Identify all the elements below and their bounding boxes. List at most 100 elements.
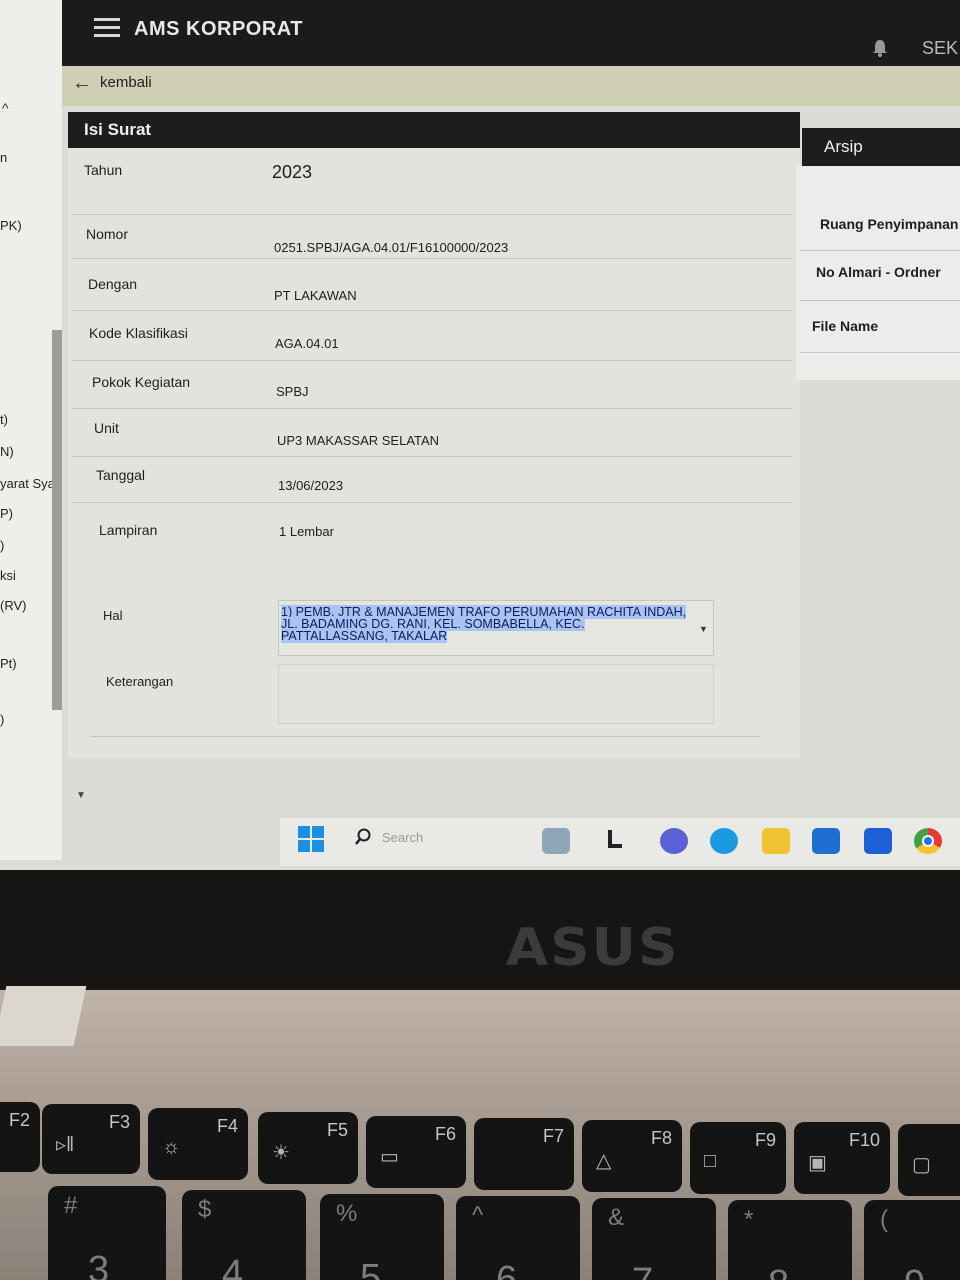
photos-icon[interactable] (542, 828, 570, 854)
field-value-lampiran[interactable]: 1 Lembar (279, 524, 334, 539)
field-value-dengan[interactable]: PT LAKAWAN (274, 288, 357, 303)
key-label: F6 (434, 1124, 456, 1144)
key-4[interactable]: $ 4 (182, 1190, 306, 1280)
divider (800, 300, 960, 301)
chevron-down-icon[interactable]: ▼ (76, 790, 86, 801)
arsip-title: Arsip (824, 137, 863, 156)
field-value-unit[interactable]: UP3 MAKASSAR SELATAN (277, 433, 439, 448)
screenshot-icon: ▢ (912, 1154, 931, 1176)
sidebar-item[interactable]: t) (0, 412, 8, 427)
divider (72, 310, 792, 311)
back-link[interactable]: kembali (100, 74, 152, 91)
sidebar-item[interactable]: Pt) (0, 656, 17, 671)
app-header: AMS KORPORAT SEK (62, 0, 960, 72)
field-value-tahun[interactable]: 2023 (272, 162, 312, 183)
teams-icon[interactable] (660, 828, 688, 854)
chrome-icon[interactable] (914, 828, 942, 854)
divider (72, 360, 792, 361)
file-explorer-icon[interactable] (762, 828, 790, 854)
chevron-up-icon[interactable]: ^ (2, 100, 9, 116)
key-f6[interactable]: F6 ▭ (366, 1116, 466, 1188)
key-f7[interactable]: F7 (474, 1118, 574, 1190)
field-label-kode-klasifikasi: Kode Klasifikasi (89, 325, 188, 341)
mail-icon[interactable] (812, 828, 840, 854)
field-label-tahun: Tahun (84, 162, 123, 178)
key-label: F8 (650, 1128, 672, 1148)
taskbar-search[interactable]: Search (382, 830, 423, 845)
project-icon: △ (596, 1150, 612, 1172)
divider (800, 352, 960, 353)
windows-icon[interactable] (298, 826, 324, 852)
arsip-title-bar: Arsip (802, 128, 960, 166)
field-value-kode-klasifikasi[interactable]: AGA.04.01 (275, 336, 339, 351)
sidebar-item[interactable]: n (0, 150, 7, 165)
field-label-dengan: Dengan (88, 276, 138, 292)
field-label-keterangan: Keterangan (106, 674, 174, 689)
key-f3[interactable]: F3 ▹‖ (42, 1104, 140, 1174)
field-value-pokok-kegiatan[interactable]: SPBJ (276, 384, 309, 399)
divider (90, 736, 760, 737)
divider (72, 258, 792, 259)
arsip-label-filename: File Name (812, 318, 879, 334)
hinge-reflection (0, 986, 87, 1046)
panel-title-bar: Isi Surat (68, 112, 800, 148)
key-number: 3 (88, 1249, 110, 1280)
key-3[interactable]: # 3 (48, 1186, 166, 1280)
key-symbol: $ (198, 1196, 212, 1223)
edge-icon[interactable] (710, 828, 738, 854)
back-bar: ← kembali (62, 66, 960, 106)
key-symbol: & (608, 1204, 625, 1231)
arsip-label-almari: No Almari - Ordner (816, 264, 941, 280)
key-f8[interactable]: F8 △ (582, 1120, 682, 1192)
key-label: F3 (108, 1112, 130, 1132)
key-symbol: ^ (472, 1202, 484, 1229)
sidebar-item[interactable]: yarat Sya (0, 476, 55, 491)
hal-selected-text[interactable]: 1) PEMB. JTR & MANAJEMEN TRAFO PERUMAHAN… (281, 605, 701, 643)
key-f4[interactable]: F4 ☼ (148, 1108, 248, 1180)
key-symbol: # (64, 1192, 78, 1219)
key-label: F7 (542, 1126, 564, 1146)
key-label: F4 (216, 1116, 238, 1136)
sidebar-item[interactable]: ) (0, 712, 4, 727)
textarea-scroll-icon[interactable]: ▼ (699, 624, 708, 634)
display-icon: ▭ (380, 1146, 399, 1168)
key-6[interactable]: ^ 6 (456, 1196, 580, 1280)
key-8[interactable]: * 8 (728, 1200, 852, 1280)
search-icon[interactable] (354, 828, 372, 846)
key-f2[interactable]: F2 (0, 1102, 40, 1172)
menu-icon[interactable] (94, 18, 120, 38)
key-5[interactable]: % 5 (320, 1194, 444, 1280)
key-f11[interactable]: ▢ (898, 1124, 960, 1196)
key-symbol: * (744, 1206, 754, 1233)
key-f9[interactable]: F9 □ (690, 1122, 786, 1194)
user-label[interactable]: SEK (922, 38, 958, 59)
bell-icon[interactable] (870, 38, 890, 58)
files-icon[interactable] (604, 828, 624, 854)
sidebar-item[interactable]: N) (0, 444, 14, 459)
taskbar: Search (280, 818, 960, 866)
volume-down-icon: ▹‖ (56, 1134, 75, 1156)
sidebar-item[interactable]: ksi (0, 568, 16, 583)
store-icon[interactable] (864, 828, 892, 854)
sidebar-item[interactable]: PK) (0, 218, 22, 233)
key-label: F2 (8, 1110, 30, 1130)
field-value-tanggal[interactable]: 13/06/2023 (278, 478, 343, 493)
divider (72, 456, 792, 457)
key-7[interactable]: & 7 (592, 1198, 716, 1280)
left-sidebar: ^ n PK) t) N) yarat Sya P) ) ksi (RV) Pt… (0, 0, 62, 860)
key-f5[interactable]: F5 ☀ (258, 1112, 358, 1184)
sidebar-item[interactable]: (RV) (0, 598, 26, 613)
key-symbol: ( (880, 1206, 888, 1233)
sidebar-item[interactable]: P) (0, 506, 13, 521)
key-9[interactable]: ( 9 (864, 1200, 960, 1280)
field-value-nomor[interactable]: 0251.SPBJ/AGA.04.01/F16100000/2023 (274, 240, 508, 255)
key-f10[interactable]: F10 ▣ (794, 1122, 890, 1194)
brand-logo: ASUS (505, 918, 680, 978)
panel-title: Isi Surat (84, 120, 152, 139)
keterangan-textarea[interactable] (278, 664, 714, 724)
key-number: 8 (768, 1263, 789, 1280)
sidebar-scrollbar[interactable] (52, 330, 62, 710)
sidebar-item[interactable]: ) (0, 538, 4, 553)
arrow-left-icon[interactable]: ← (72, 72, 92, 95)
key-number: 6 (496, 1259, 518, 1280)
